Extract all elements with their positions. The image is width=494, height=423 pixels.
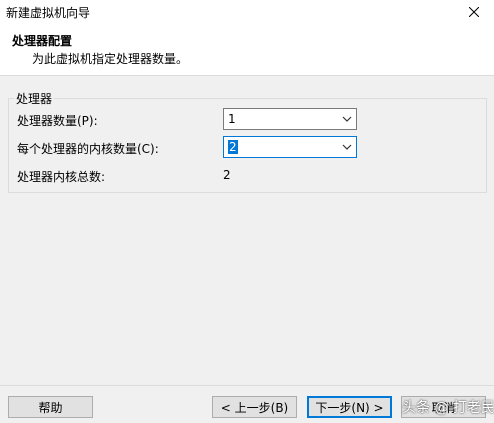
page-title: 处理器配置: [12, 34, 73, 48]
cores-per-processor-value: 2: [228, 140, 238, 154]
cores-per-processor-select[interactable]: 2: [223, 136, 357, 158]
chevron-down-icon: [342, 144, 352, 150]
processor-count-label: 处理器数量(P):: [17, 114, 98, 128]
back-button[interactable]: < 上一步(B): [212, 396, 297, 418]
total-cores-value: 2: [223, 168, 231, 182]
cores-per-processor-label: 每个处理器的内核数量(C):: [17, 142, 159, 156]
wizard-header: 处理器配置 为此虚拟机指定处理器数量。: [0, 24, 494, 76]
watermark: 头条 @ 打老民: [402, 400, 494, 416]
window-title: 新建虚拟机向导: [6, 6, 91, 20]
chevron-down-icon: [342, 116, 352, 122]
close-button[interactable]: [454, 0, 494, 24]
next-button[interactable]: 下一步(N) >: [307, 396, 392, 418]
title-bar: 新建虚拟机向导: [0, 0, 494, 24]
processor-count-value: 1: [228, 112, 236, 126]
total-cores-label: 处理器内核总数:: [17, 170, 106, 184]
footer-separator: [0, 385, 494, 386]
page-subtitle: 为此虚拟机指定处理器数量。: [32, 52, 189, 66]
groupbox-title: 处理器: [14, 90, 55, 107]
help-button[interactable]: 帮助: [8, 396, 93, 418]
processor-count-select[interactable]: 1: [223, 108, 357, 130]
close-icon: [469, 7, 479, 17]
